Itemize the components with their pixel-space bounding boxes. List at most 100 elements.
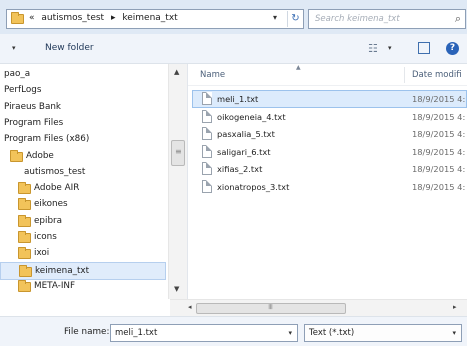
- search-input[interactable]: Search keimena_txt ⌕: [308, 9, 466, 29]
- file-date: 18/9/2015 4:: [412, 111, 466, 122]
- organize-dropdown-icon[interactable]: ▾: [12, 44, 16, 52]
- breadcrumb-autismos-test[interactable]: autismos_test: [41, 13, 104, 23]
- file-name: meli_1.txt: [217, 94, 259, 104]
- folder-icon: [18, 214, 31, 227]
- search-icon[interactable]: ⌕: [455, 12, 461, 26]
- new-folder-button[interactable]: New folder: [45, 43, 94, 53]
- folder-icon: [10, 149, 23, 162]
- file-name: saligari_6.txt: [217, 146, 271, 157]
- nav-item[interactable]: pao_a: [0, 66, 166, 84]
- nav-item[interactable]: epibra: [0, 213, 166, 231]
- file-date: 18/9/2015 4:: [412, 146, 466, 157]
- text-file-icon: [202, 144, 212, 158]
- scroll-thumb[interactable]: [171, 140, 185, 166]
- nav-item[interactable]: Adobe: [0, 148, 166, 166]
- nav-item[interactable]: Program Files (x86): [0, 131, 166, 149]
- text-file-icon: [202, 162, 212, 176]
- file-name: pasxalia_5.txt: [217, 129, 275, 140]
- folder-icon: [18, 182, 31, 195]
- file-row[interactable]: meli_1.txt 18/9/2015 4:: [188, 90, 467, 108]
- file-row[interactable]: xifias_2.txt 18/9/2015 4:: [188, 160, 467, 178]
- file-name-input[interactable]: meli_1.txt ▾: [110, 324, 298, 342]
- folder-icon: [11, 12, 24, 24]
- toolbar: ▾ New folder ☷ ▾ ?: [0, 34, 467, 64]
- hscroll-thumb[interactable]: [196, 303, 346, 314]
- nav-item[interactable]: keimena_txt: [0, 261, 166, 280]
- file-type-value[interactable]: Text (*.txt): [309, 328, 354, 338]
- nav-item-label: eikones: [34, 199, 68, 210]
- address-dropdown-icon[interactable]: ▾: [273, 13, 277, 22]
- preview-pane-icon[interactable]: [418, 42, 430, 54]
- file-date: 18/9/2015 4:: [412, 182, 466, 192]
- horizontal-scrollbar[interactable]: ◂ ▸: [170, 299, 467, 316]
- nav-item[interactable]: META-INF: [0, 278, 166, 296]
- nav-item[interactable]: autismos_test: [0, 164, 166, 182]
- folder-icon: [18, 231, 31, 243]
- nav-item-label: Program Files (x86): [4, 134, 90, 145]
- folder-icon: [18, 279, 31, 292]
- breadcrumb: « autismos_test ▸ keimena_txt: [29, 13, 182, 23]
- nav-item-label: Adobe: [26, 150, 54, 161]
- nav-item-label: pao_a: [4, 69, 31, 79]
- folder-icon: [18, 198, 31, 211]
- nav-item[interactable]: Piraeus Bank: [0, 99, 166, 117]
- file-name-label: File name:: [64, 327, 110, 337]
- folder-icon: [19, 264, 32, 277]
- scroll-right-icon[interactable]: ▸: [453, 303, 457, 311]
- refresh-icon[interactable]: ↻: [287, 11, 303, 27]
- views-icon[interactable]: ☷: [368, 42, 378, 55]
- help-icon[interactable]: ?: [446, 42, 459, 55]
- views-dropdown-icon[interactable]: ▾: [388, 44, 392, 52]
- scroll-up-icon[interactable]: ▲: [174, 68, 179, 76]
- file-date: 18/9/2015 4:: [412, 164, 466, 175]
- address-bar[interactable]: « autismos_test ▸ keimena_txt ▾ ↻: [6, 9, 304, 29]
- file-name-value[interactable]: meli_1.txt: [115, 328, 157, 338]
- file-dialog-footer: File name: meli_1.txt ▾ Text (*.txt) ▾: [0, 316, 467, 346]
- scroll-down-icon[interactable]: ▼: [174, 285, 179, 293]
- breadcrumb-overflow[interactable]: «: [29, 13, 35, 23]
- file-row[interactable]: pasxalia_5.txt 18/9/2015 4:: [188, 125, 467, 143]
- nav-item-label: icons: [34, 232, 57, 242]
- nav-item[interactable]: Program Files: [0, 115, 166, 133]
- nav-item[interactable]: ixoi: [0, 245, 166, 263]
- nav-item-label: Adobe AIR: [34, 183, 80, 194]
- breadcrumb-separator-icon[interactable]: ▸: [111, 13, 116, 23]
- navigation-pane[interactable]: ▲ ▼ pao_a PerfLogs Piraeus Bank Program Fil…: [0, 64, 188, 299]
- text-file-icon: [202, 180, 212, 193]
- sort-ascending-icon: ▲: [296, 64, 301, 71]
- search-placeholder: Search keimena_txt: [315, 14, 400, 24]
- file-row[interactable]: oikogeneia_4.txt 18/9/2015 4:: [188, 108, 467, 126]
- nav-item[interactable]: Adobe AIR: [0, 180, 166, 198]
- folder-icon: [18, 247, 31, 260]
- breadcrumb-keimena-txt[interactable]: keimena_txt: [122, 13, 177, 23]
- file-type-select[interactable]: Text (*.txt) ▾: [304, 324, 462, 342]
- column-name[interactable]: Name: [200, 70, 225, 80]
- address-row: « autismos_test ▸ keimena_txt ▾ ↻ Search…: [0, 0, 467, 34]
- file-date: 18/9/2015 4:: [412, 129, 466, 140]
- nav-item-label: PerfLogs: [4, 85, 42, 96]
- text-file-icon: [202, 127, 212, 141]
- nav-scrollbar[interactable]: ▲ ▼: [168, 64, 187, 299]
- nav-item[interactable]: icons: [0, 229, 166, 247]
- nav-item-label: autismos_test: [24, 166, 86, 177]
- scroll-left-icon[interactable]: ◂: [188, 303, 192, 311]
- file-list[interactable]: ▲ Name Date modifi meli_1.txt 18/9/2015 4…: [188, 64, 467, 299]
- nav-item-label: META-INF: [34, 280, 76, 291]
- file-name: xifias_2.txt: [217, 164, 263, 175]
- file-type-dropdown-icon[interactable]: ▾: [452, 329, 456, 337]
- nav-item[interactable]: PerfLogs: [0, 82, 166, 100]
- nav-item-label: ixoi: [34, 248, 50, 259]
- file-date: 18/9/2015 4:: [412, 94, 466, 104]
- file-row[interactable]: saligari_6.txt 18/9/2015 4:: [188, 143, 467, 161]
- column-date-modified[interactable]: Date modifi: [412, 70, 462, 80]
- nav-item-label: Piraeus Bank: [4, 101, 62, 112]
- file-row[interactable]: xionatropos_3.txt 18/9/2015 4:: [188, 178, 467, 196]
- column-divider[interactable]: [404, 67, 405, 83]
- nav-item[interactable]: eikones: [0, 196, 166, 214]
- column-header: ▲ Name Date modifi: [188, 64, 467, 86]
- nav-item-label: epibra: [34, 215, 63, 226]
- file-name-dropdown-icon[interactable]: ▾: [288, 329, 292, 337]
- nav-item-label: keimena_txt: [35, 265, 90, 276]
- text-file-icon: [202, 92, 212, 105]
- file-name: xionatropos_3.txt: [217, 182, 290, 192]
